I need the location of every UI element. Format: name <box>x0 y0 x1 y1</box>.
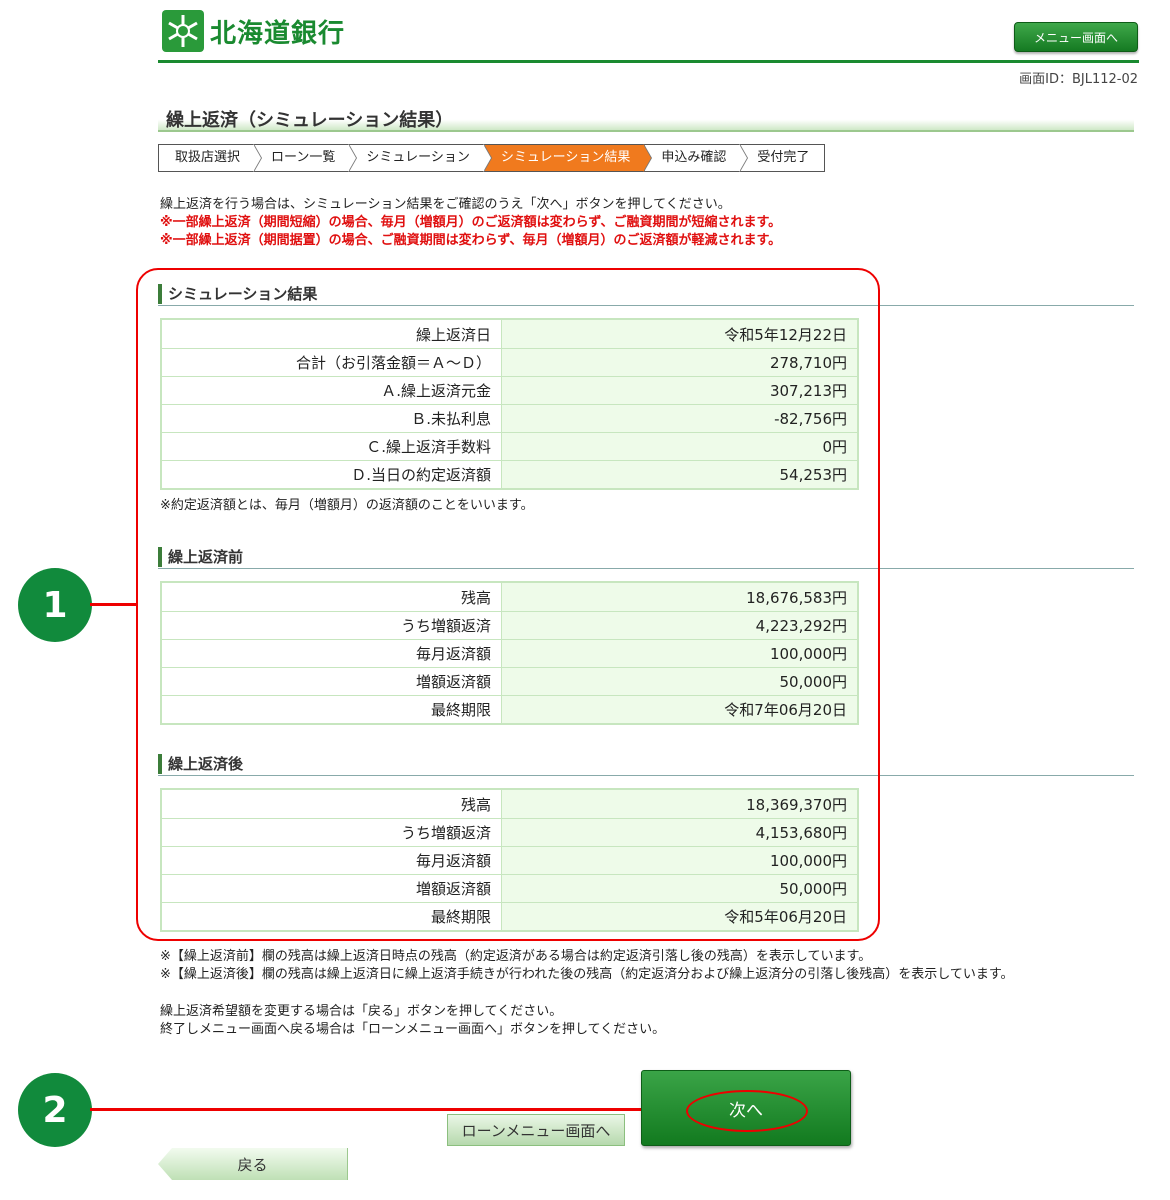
header-divider <box>158 60 1139 63</box>
navigation-notes: 繰上返済希望額を変更する場合は「戻る」ボタンを押してください。 終了しメニュー画… <box>160 1003 665 1039</box>
annotation-line-2 <box>90 1108 688 1111</box>
step-complete: 受付完了 <box>757 150 810 165</box>
bank-logo: 北海道銀行 <box>162 10 345 52</box>
step-simulation-result: シミュレーション結果 <box>484 144 653 172</box>
step-application-confirm: 申込み確認 <box>645 144 749 172</box>
page-title: 繰上返済（シミュレーション結果） <box>166 110 454 131</box>
page-title-bar: 繰上返済（シミュレーション結果） <box>158 104 1134 132</box>
annotation-line-1 <box>90 603 138 606</box>
step-branch-select: 取扱店選択 <box>159 144 263 172</box>
annotation-ellipse <box>686 1090 808 1132</box>
note-menu: 終了しメニュー画面へ戻る場合は「ローンメニュー画面へ」ボタンを押してください。 <box>160 1022 666 1037</box>
note-after: ※【繰上返済後】欄の残高は繰上返済日に繰上返済手続きが行われた後の残高（約定返済… <box>160 967 1014 982</box>
note-back: 繰上返済希望額を変更する場合は「戻る」ボタンを押してください。 <box>160 1004 563 1019</box>
annotation-badge-2: 2 <box>18 1073 92 1147</box>
bank-name: 北海道銀行 <box>210 18 346 49</box>
instruction-text: 繰上返済を行う場合は、シミュレーション結果をご確認のうえ「次へ」ボタンを押してく… <box>160 197 731 212</box>
step-loan-list: ローン一覧 <box>255 144 358 172</box>
annotation-highlight-box <box>136 268 880 941</box>
menu-screen-button[interactable]: メニュー画面へ <box>1014 22 1138 52</box>
loan-menu-button[interactable]: ローンメニュー画面へ <box>447 1114 625 1146</box>
warning-period-fixed: ※一部繰上返済（期間据置）の場合、ご融資期間は変わらず、毎月（増額月）のご返済額… <box>160 233 782 248</box>
instructions: 繰上返済を行う場合は、シミュレーション結果をご確認のうえ「次へ」ボタンを押してく… <box>160 196 781 250</box>
balance-notes: ※【繰上返済前】欄の残高は繰上返済日時点の残高（約定返済がある場合は約定返済引落… <box>160 948 1014 984</box>
annotation-badge-1: 1 <box>18 568 92 642</box>
note-before: ※【繰上返済前】欄の残高は繰上返済日時点の残高（約定返済がある場合は約定返済引落… <box>160 949 872 964</box>
back-button[interactable]: 戻る <box>158 1148 348 1180</box>
warning-period-shortening: ※一部繰上返済（期間短縮）の場合、毎月（増額月）のご返済額は変わらず、ご融資期間… <box>160 215 782 230</box>
step-simulation: シミュレーション <box>350 144 493 172</box>
screen-id: 画面ID：BJL112-02 <box>1019 72 1138 87</box>
bank-logo-icon <box>162 10 204 52</box>
progress-steps: 取扱店選択 ローン一覧 シミュレーション シミュレーション結果 申込み確認 受付… <box>158 144 826 172</box>
